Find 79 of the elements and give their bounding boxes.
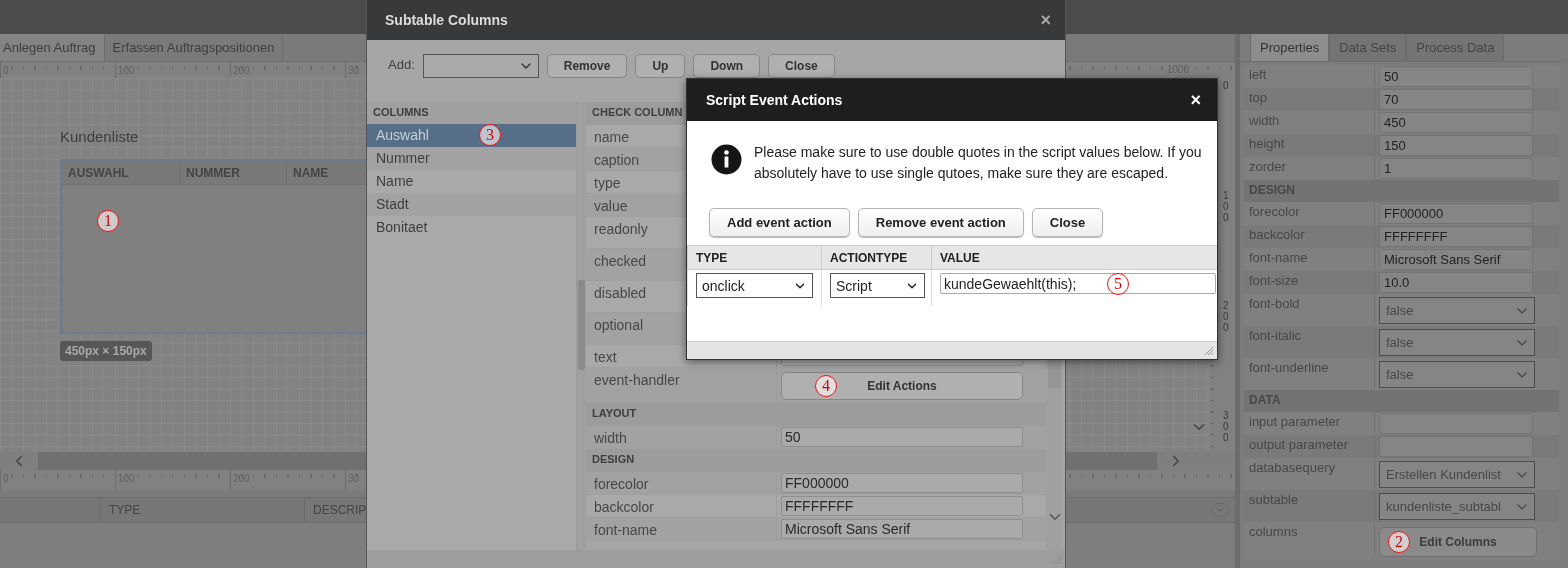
text-field[interactable]: 450 [1379,112,1533,133]
property-label: event-handler [594,372,680,388]
property-label: backcolor [594,499,654,515]
property-label: readonly [594,221,648,237]
column-list-item[interactable]: Auswahl 3 [367,124,576,147]
callout-marker: 2 [1388,531,1410,553]
document-tab[interactable]: Anlegen Auftrag [0,34,105,61]
size-badge: 450px × 150px [60,341,152,361]
ruler-label: 0 [1223,80,1230,93]
ruler-label: 300 [1223,410,1230,445]
dialog-title: Subtable Columns [385,12,508,28]
close-button[interactable]: × [1040,9,1051,31]
property-label: zorder [1248,158,1287,174]
property-label: left [1248,66,1268,82]
text-field[interactable]: 10.0 [1379,272,1533,293]
dropdown[interactable]: false [1379,297,1535,324]
section-header: LAYOUT [586,403,1046,426]
text-field[interactable]: 70 [1379,89,1533,110]
callout-marker: 1 [97,210,119,232]
property-label: checked [594,253,647,269]
ruler-label: 200 [1223,300,1230,335]
text-field[interactable]: FFFFFFFF [781,496,1023,516]
property-label: optional [594,317,644,333]
section-header: DESIGN [586,449,1046,472]
dialog-button[interactable]: Close [1031,208,1104,237]
actiontype-dropdown[interactable]: Script [830,273,925,298]
dialog-button[interactable]: Add event action [709,208,850,237]
text-field[interactable]: Microsoft Sans Serif [781,519,1023,539]
property-label: forecolor [594,476,649,492]
property-label: type [594,175,621,191]
toolbar-button[interactable]: Up [635,54,686,78]
list-header: COLUMNS [367,102,576,124]
property-label: input parameter [1248,413,1342,429]
property-label: width [594,430,627,446]
column-header: VALUE [931,246,1217,269]
toolbar-button[interactable]: Close [768,54,835,78]
dialog-button[interactable]: Remove event action [857,208,1024,237]
property-label: value [594,198,628,214]
edit-actions-button[interactable]: 4 Edit Actions [781,372,1023,400]
column-header: TYPE [687,246,821,269]
dropdown[interactable]: kundenliste_subtabl [1379,493,1535,520]
property-label: font-name [594,522,658,538]
property-label: caption [594,152,640,168]
info-message: Please make sure to use double quotes in the script values below. If you absolutely have to use single qutoes, make sure they are escaped. [754,143,1203,183]
property-label: width [1248,112,1281,128]
property-label: text [594,349,617,365]
ruler-label: 100 [1223,190,1230,225]
text-field[interactable]: 50 [1379,66,1533,87]
text-field[interactable]: 50 [781,427,1023,447]
property-label: font-underline [1248,359,1330,375]
dropdown[interactable]: false [1379,329,1535,356]
canvas-title: Kundenliste [60,128,139,145]
dropdown[interactable]: false [1379,361,1535,388]
callout-marker: 3 [479,124,501,146]
property-label: name [594,129,630,145]
text-field[interactable]: 150 [1379,135,1533,156]
text-field[interactable]: 1 [1379,158,1533,179]
dropdown[interactable]: Erstellen Kundenlist [1379,461,1535,488]
property-label: font-bold [1248,295,1301,311]
panel-tab[interactable]: Properties [1250,34,1330,61]
toolbar-button[interactable]: Remove [546,54,628,78]
property-label: columns [1248,523,1299,539]
edit-columns-button[interactable]: 2 Edit Columns [1379,527,1537,557]
column-list-item[interactable]: Nummer [367,147,576,170]
toolbar-button[interactable]: Down [693,54,761,78]
type-dropdown[interactable]: onclick [696,273,813,298]
text-field[interactable]: FF000000 [781,473,1023,493]
callout-marker: 5 [1107,273,1129,295]
property-label: databasequery [1248,459,1336,475]
text-field[interactable]: Microsoft Sans Serif [1379,249,1533,270]
property-label: font-name [1248,249,1309,265]
column-header: ACTIONTYPE [821,246,931,269]
text-field[interactable]: FFFFFFFF [1379,226,1533,247]
close-button[interactable]: × [1190,89,1201,111]
property-label: forecolor [1248,203,1301,219]
callout-marker: 4 [815,375,837,397]
column-list-item[interactable]: Stadt [367,193,576,216]
property-label: disabled [594,285,647,301]
text-field[interactable]: FF000000 [1379,203,1533,224]
